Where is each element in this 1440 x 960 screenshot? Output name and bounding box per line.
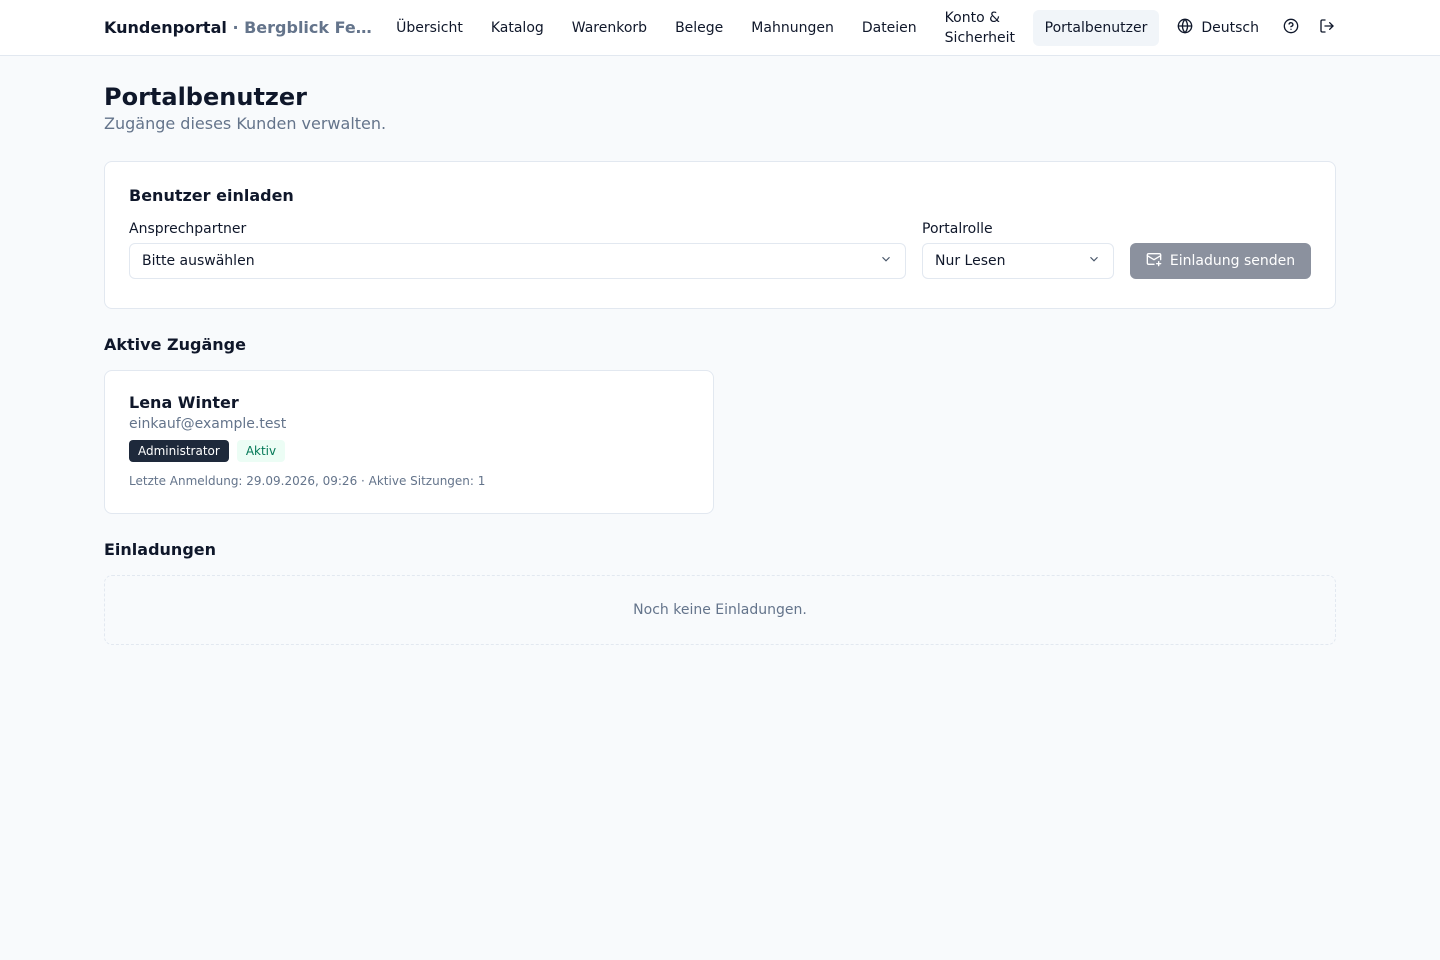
invite-card-title: Benutzer einladen [129,186,294,205]
nav-item-portalbenutzer[interactable]: Portalbenutzer [1032,9,1160,46]
client-name: Bergblick Fe... [244,18,373,37]
chevron-down-icon [879,252,893,270]
nav-item-dateien[interactable]: Dateien [850,10,929,46]
partner-label: Ansprechpartner [129,221,247,237]
main-nav: Übersicht Katalog Warenkorb Belege Mahnu… [384,2,1160,54]
user-login-meta: Letzte Anmeldung: 29.09.2026, 09:26 · Ak… [129,474,486,488]
top-navigation-bar: Kundenportal · Bergblick Fe... Übersicht… [0,0,1440,56]
nav-item-mahnungen[interactable]: Mahnungen [739,10,846,46]
globe-icon [1177,18,1193,38]
logout-button[interactable] [1311,12,1343,44]
logout-icon [1319,18,1335,38]
partner-select-value: Bitte auswählen [142,253,255,269]
active-access-title: Aktive Zugänge [104,335,246,354]
language-label: Deutsch [1201,19,1259,36]
brand-name: Kundenportal [104,18,227,37]
role-select-value: Nur Lesen [935,253,1006,269]
send-invitation-button[interactable]: Einladung senden [1130,243,1311,279]
invite-form: Ansprechpartner Bitte auswählen Portalro… [129,221,1311,279]
language-switcher[interactable]: Deutsch [1165,10,1271,46]
nav-item-belege[interactable]: Belege [663,10,735,46]
header-actions: Deutsch [1165,10,1343,46]
partner-field: Ansprechpartner Bitte auswählen [129,221,906,279]
send-invitation-label: Einladung senden [1169,253,1296,269]
partner-select[interactable]: Bitte auswählen [129,243,906,279]
user-email: einkauf@example.test [129,416,287,432]
nav-item-katalog[interactable]: Katalog [479,10,556,46]
help-button[interactable] [1275,12,1307,44]
invitations-empty-state: Noch keine Einladungen. [104,575,1336,645]
nav-item-konto-sicherheit[interactable]: Konto & Sicherheit [933,2,1029,54]
role-select[interactable]: Nur Lesen [922,243,1114,279]
role-label: Portalrolle [922,221,993,237]
user-name: Lena Winter [129,393,239,412]
page-subtitle: Zugänge dieses Kunden verwalten. [104,114,387,133]
role-field: Portalrolle Nur Lesen [922,221,1114,279]
help-icon [1283,18,1299,38]
brand-separator: · [232,18,239,37]
nav-item-warenkorb[interactable]: Warenkorb [560,10,659,46]
role-badge: Administrator [129,440,229,462]
page-title: Portalbenutzer [104,83,307,111]
mail-plus-icon [1146,251,1162,271]
brand: Kundenportal · Bergblick Fe... [104,18,372,37]
nav-item-uebersicht[interactable]: Übersicht [384,10,475,46]
status-badge: Aktiv [236,440,286,462]
invitations-title: Einladungen [104,540,217,559]
main-content: Portalbenutzer Zugänge dieses Kunden ver… [0,56,1440,645]
user-card: Lena Winter einkauf@example.test Adminis… [104,370,714,514]
invite-user-card: Benutzer einladen Ansprechpartner Bitte … [104,161,1336,309]
chevron-down-icon [1087,252,1101,270]
user-badges: Administrator Aktiv [129,440,689,462]
